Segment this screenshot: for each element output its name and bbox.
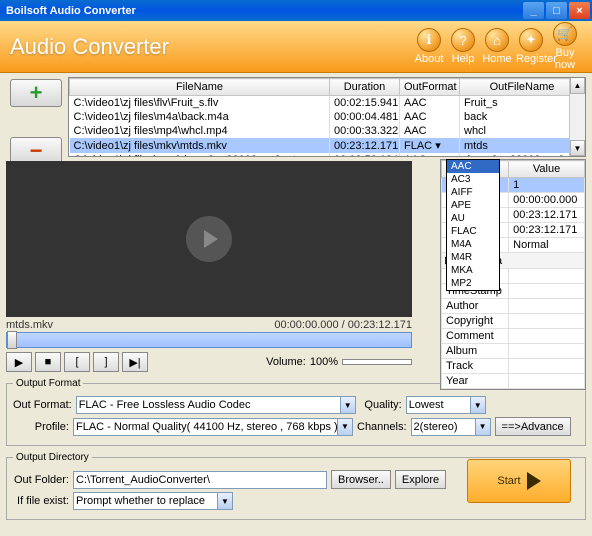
help-button[interactable]: ?Help xyxy=(448,28,478,65)
table-row[interactable]: C:\video1\zj files\mov\doom3_e32003_pc3_… xyxy=(70,153,585,157)
preview-filename: mtds.mkv xyxy=(6,319,53,331)
play-button[interactable]: ▶ xyxy=(6,352,32,372)
out-folder-label: Out Folder: xyxy=(13,474,69,486)
col-outformat[interactable]: OutFormat xyxy=(400,79,460,96)
app-header: Audio Converter ℹAbout ?Help ⌂Home ✦Regi… xyxy=(0,21,592,73)
col-value[interactable]: Value xyxy=(509,161,585,178)
table-row-selected[interactable]: C:\video1\zj files\mkv\mtds.mkv00:23:12.… xyxy=(70,138,585,153)
titlebar[interactable]: Boilsoft Audio Converter _ □ × xyxy=(0,0,592,21)
dropdown-option[interactable]: AU xyxy=(447,212,499,225)
profile-label: Profile: xyxy=(13,421,69,433)
stop-button[interactable]: ■ xyxy=(35,352,61,372)
file-grid[interactable]: FileName Duration OutFormat OutFileName … xyxy=(68,77,586,157)
buy-button[interactable]: 🛒Buy now xyxy=(550,22,580,71)
prop-row[interactable]: Track xyxy=(442,359,585,374)
window-title: Boilsoft Audio Converter xyxy=(6,5,521,17)
dropdown-option[interactable]: APE xyxy=(447,199,499,212)
dropdown-option[interactable]: AC3 xyxy=(447,173,499,186)
prop-row[interactable]: Year xyxy=(442,374,585,389)
volume-label: Volume: xyxy=(266,356,306,368)
start-button[interactable]: Start xyxy=(467,459,571,503)
volume-slider[interactable] xyxy=(342,359,412,365)
chevron-down-icon[interactable]: ▼ xyxy=(340,397,355,413)
close-button[interactable]: × xyxy=(569,2,590,19)
prop-row[interactable]: Author xyxy=(442,299,585,314)
slider-thumb[interactable] xyxy=(7,331,17,349)
cart-icon: 🛒 xyxy=(553,22,577,46)
dropdown-option[interactable]: FLAC xyxy=(447,225,499,238)
dropdown-option[interactable]: M4A xyxy=(447,238,499,251)
chevron-down-icon[interactable]: ▾ xyxy=(435,140,441,152)
app-title: Audio Converter xyxy=(10,34,412,60)
table-row[interactable]: C:\video1\zj files\flv\Fruit_s.flv00:02:… xyxy=(70,96,585,111)
col-outfilename[interactable]: OutFileName xyxy=(460,79,585,96)
col-filename[interactable]: FileName xyxy=(70,79,330,96)
scroll-down-icon[interactable]: ▼ xyxy=(570,140,585,156)
grid-header-row: FileName Duration OutFormat OutFileName xyxy=(70,79,585,96)
chevron-down-icon[interactable]: ▼ xyxy=(337,419,352,435)
mark-in-button[interactable]: [ xyxy=(64,352,90,372)
seek-slider[interactable] xyxy=(6,332,412,348)
prop-row[interactable]: Album xyxy=(442,344,585,359)
output-directory-legend: Output Directory xyxy=(13,452,92,463)
minimize-button[interactable]: _ xyxy=(523,2,544,19)
key-icon: ✦ xyxy=(519,28,543,52)
dropdown-option[interactable]: AIFF xyxy=(447,186,499,199)
volume-value: 100% xyxy=(310,356,338,368)
explore-button[interactable]: Explore xyxy=(395,470,446,489)
advance-button[interactable]: ==>Advance xyxy=(495,417,571,436)
table-row[interactable]: C:\video1\zj files\mp4\whcl.mp400:00:33.… xyxy=(70,124,585,138)
prop-row[interactable]: Copyright xyxy=(442,314,585,329)
play-icon[interactable] xyxy=(186,216,232,262)
out-format-select[interactable] xyxy=(76,396,356,414)
col-duration[interactable]: Duration xyxy=(330,79,400,96)
maximize-button[interactable]: □ xyxy=(546,2,567,19)
preview-time: 00:00:00.000 / 00:23:12.171 xyxy=(274,319,412,331)
out-folder-input[interactable] xyxy=(73,471,327,489)
channels-label: Channels: xyxy=(357,421,407,433)
if-exist-label: If file exist: xyxy=(13,495,69,507)
scroll-up-icon[interactable]: ▲ xyxy=(570,78,585,94)
dropdown-option[interactable]: M4R xyxy=(447,251,499,264)
format-dropdown[interactable]: AAC AC3 AIFF APE AU FLAC M4A M4R MKA MP2 xyxy=(446,159,500,291)
quality-label: Quality: xyxy=(360,399,402,411)
output-format-legend: Output Format xyxy=(13,378,83,389)
next-button[interactable]: ▶| xyxy=(122,352,148,372)
out-format-label: Out Format: xyxy=(13,399,72,411)
if-exist-select[interactable] xyxy=(73,492,233,510)
about-button[interactable]: ℹAbout xyxy=(414,28,444,65)
dropdown-option[interactable]: MKA xyxy=(447,264,499,277)
home-icon: ⌂ xyxy=(485,28,509,52)
info-icon: ℹ xyxy=(417,28,441,52)
register-button[interactable]: ✦Register xyxy=(516,28,546,65)
video-preview[interactable] xyxy=(6,161,412,317)
chevron-down-icon[interactable]: ▼ xyxy=(217,493,232,509)
prop-row[interactable]: Comment xyxy=(442,329,585,344)
table-row[interactable]: C:\video1\zj files\m4a\back.m4a00:00:04.… xyxy=(70,110,585,124)
output-directory-group: Output Directory Out Folder: Browser.. E… xyxy=(6,452,586,520)
add-file-button[interactable]: + xyxy=(10,79,62,107)
dropdown-option[interactable]: MP2 xyxy=(447,277,499,290)
dropdown-option[interactable]: AAC xyxy=(447,160,499,173)
chevron-down-icon[interactable]: ▼ xyxy=(470,397,485,413)
home-button[interactable]: ⌂Home xyxy=(482,28,512,65)
mark-out-button[interactable]: ] xyxy=(93,352,119,372)
browser-button[interactable]: Browser.. xyxy=(331,470,391,489)
chevron-down-icon[interactable]: ▼ xyxy=(475,419,490,435)
grid-scrollbar[interactable]: ▲▼ xyxy=(569,78,585,156)
profile-select[interactable] xyxy=(73,418,353,436)
help-icon: ? xyxy=(451,28,475,52)
